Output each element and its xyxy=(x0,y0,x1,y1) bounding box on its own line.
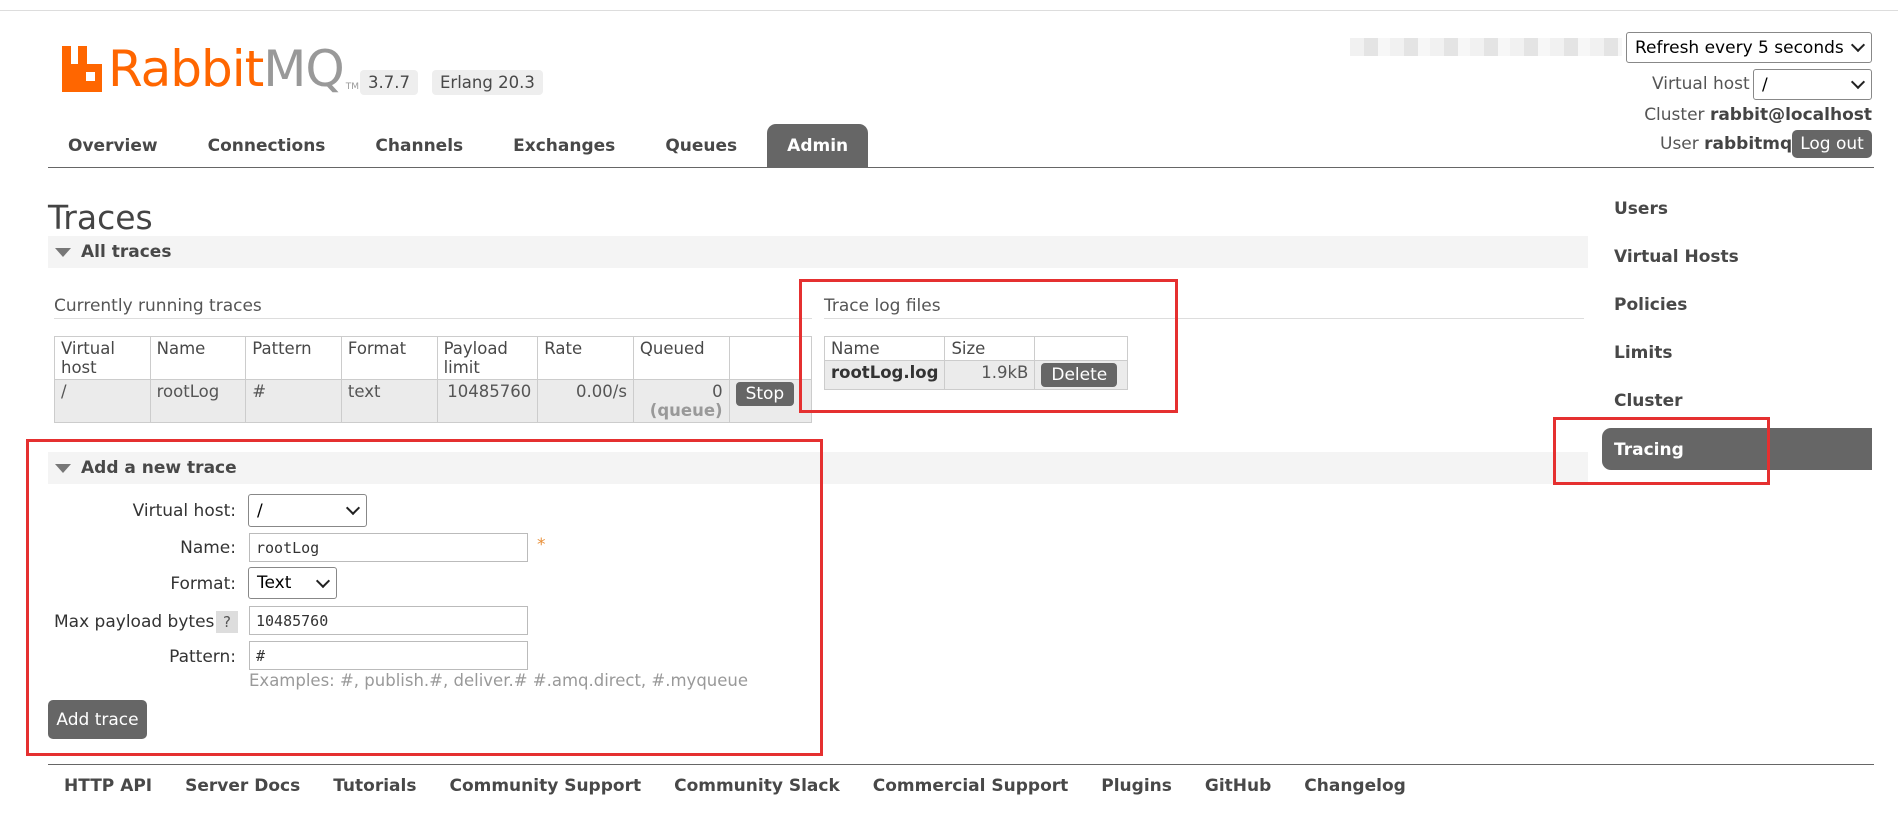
version-badge: 3.7.7 xyxy=(360,70,418,95)
main-nav: Overview Connections Channels Exchanges … xyxy=(48,124,878,168)
col-rate: Rate xyxy=(537,336,634,380)
user-value: rabbitmq xyxy=(1704,134,1793,154)
table-row: / rootLog # text 10485760 0.00/s 0 (queu… xyxy=(54,379,813,423)
nav-divider xyxy=(48,167,1874,168)
logout-button[interactable]: Log out xyxy=(1792,130,1872,158)
logo-text: RabbitMQ xyxy=(108,40,345,98)
all-traces-header[interactable]: All traces xyxy=(48,236,1588,268)
sidebar-item-limits[interactable]: Limits xyxy=(1614,343,1672,363)
tab-channels[interactable]: Channels xyxy=(355,124,483,168)
tab-queues[interactable]: Queues xyxy=(645,124,757,168)
cell-rate: 0.00/s xyxy=(537,379,634,423)
table-header-row: Virtual host Name Pattern Format Payload… xyxy=(54,336,813,380)
col-virtual-host: Virtual host xyxy=(54,336,151,380)
sidebar-item-cluster[interactable]: Cluster xyxy=(1614,391,1683,411)
stop-button[interactable]: Stop xyxy=(735,382,795,406)
rabbitmq-logo[interactable]: RabbitMQ TM xyxy=(62,40,360,98)
collapse-triangle-icon xyxy=(55,248,71,257)
footer-link-community-slack[interactable]: Community Slack xyxy=(674,776,840,796)
queued-link[interactable]: (queue) xyxy=(640,401,723,420)
footer-link-http-api[interactable]: HTTP API xyxy=(64,776,152,796)
tab-overview[interactable]: Overview xyxy=(48,124,178,168)
cell-queued: 0 (queue) xyxy=(632,379,730,423)
all-traces-title: All traces xyxy=(81,242,172,262)
top-divider xyxy=(0,10,1898,11)
user-info: User rabbitmq xyxy=(1660,134,1792,154)
highlight-box-trace-logs xyxy=(799,279,1178,413)
trademark: TM xyxy=(345,82,360,92)
col-format: Format xyxy=(340,336,438,380)
cell-pattern: # xyxy=(245,379,342,423)
running-divider xyxy=(54,318,812,319)
col-queued: Queued xyxy=(632,336,730,380)
footer-link-github[interactable]: GitHub xyxy=(1205,776,1271,796)
page-title: Traces xyxy=(48,198,153,237)
footer-link-tutorials[interactable]: Tutorials xyxy=(333,776,416,796)
footer-link-changelog[interactable]: Changelog xyxy=(1304,776,1406,796)
user-label: User xyxy=(1660,134,1699,154)
refresh-select-value: Refresh every 5 seconds xyxy=(1635,37,1844,58)
tab-connections[interactable]: Connections xyxy=(188,124,346,168)
sidebar-item-virtual-hosts[interactable]: Virtual Hosts xyxy=(1614,247,1739,267)
footer-link-plugins[interactable]: Plugins xyxy=(1101,776,1172,796)
col-pattern: Pattern xyxy=(245,336,342,380)
cell-payload-limit: 10485760 xyxy=(436,379,539,423)
cluster-label: Cluster xyxy=(1644,105,1705,125)
footer-link-community-support[interactable]: Community Support xyxy=(449,776,641,796)
rabbit-logo-icon xyxy=(62,46,106,92)
footer-links: HTTP API Server Docs Tutorials Community… xyxy=(64,776,1439,796)
running-traces-title: Currently running traces xyxy=(54,296,262,316)
sidebar-item-policies[interactable]: Policies xyxy=(1614,295,1687,315)
cell-name: rootLog xyxy=(149,379,247,423)
header-vhost-select[interactable]: / xyxy=(1753,69,1872,100)
queued-count: 0 xyxy=(712,382,723,401)
cluster-info: Cluster rabbit@localhost xyxy=(1644,105,1872,125)
blurred-region xyxy=(1350,38,1622,56)
highlight-box-add-trace xyxy=(26,439,823,756)
vhost-label: Virtual host xyxy=(1652,74,1750,94)
tab-admin[interactable]: Admin xyxy=(767,124,869,168)
tab-exchanges[interactable]: Exchanges xyxy=(493,124,635,168)
cluster-value: rabbit@localhost xyxy=(1709,105,1872,125)
chevron-down-icon xyxy=(1850,37,1866,53)
running-traces-table: Virtual host Name Pattern Format Payload… xyxy=(54,336,813,423)
cell-vhost: / xyxy=(54,379,151,423)
footer-link-server-docs[interactable]: Server Docs xyxy=(185,776,300,796)
footer-divider xyxy=(48,764,1874,765)
refresh-select[interactable]: Refresh every 5 seconds xyxy=(1626,32,1872,63)
footer-link-commercial-support[interactable]: Commercial Support xyxy=(873,776,1069,796)
erlang-badge: Erlang 20.3 xyxy=(432,70,543,95)
highlight-box-tracing xyxy=(1553,417,1770,485)
chevron-down-icon xyxy=(1850,74,1866,90)
col-name: Name xyxy=(149,336,247,380)
cell-format: text xyxy=(340,379,438,423)
col-payload-limit: Payload limit xyxy=(436,336,539,380)
header-vhost-value: / xyxy=(1762,74,1768,95)
sidebar-item-users[interactable]: Users xyxy=(1614,199,1668,219)
